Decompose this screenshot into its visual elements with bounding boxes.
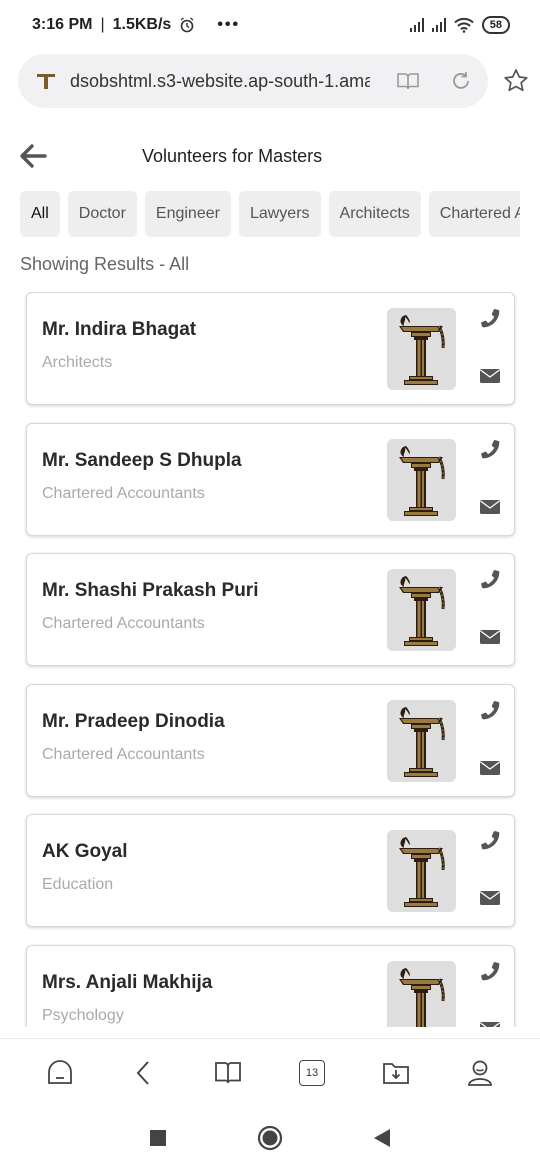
profile-icon (468, 1060, 492, 1086)
url-text[interactable]: dsobshtml.s3-website.ap-south-1.amazonaw… (70, 71, 370, 92)
filter-chip-engineer[interactable]: Engineer (144, 191, 231, 237)
volunteer-list: Mr. Indira Bhagat Architects Mr. Sandeep… (0, 292, 540, 1027)
book-icon (215, 1061, 241, 1083)
bookmarks-button[interactable] (213, 1058, 243, 1088)
back-arrow-icon[interactable] (18, 142, 48, 170)
lamp-logo (387, 700, 456, 782)
system-nav (0, 1106, 540, 1170)
volunteer-category: Education (42, 876, 114, 893)
volunteer-category: Chartered Accountants (42, 485, 205, 502)
volunteer-card-4[interactable]: Mr. Pradeep Dinodia Chartered Accountant… (26, 684, 515, 797)
back-button[interactable] (129, 1058, 159, 1088)
filter-chip-lawyers[interactable]: Lawyers (238, 191, 321, 237)
lamp-logo (387, 439, 456, 521)
more-notifications-icon: ••• (217, 16, 241, 33)
volunteer-card-6[interactable]: Mrs. Anjali Makhija Psychology (26, 945, 515, 1027)
filter-chips: All Doctor Engineer Lawyers Architects Charte… (20, 191, 520, 239)
volunteer-name: Mr. Indira Bhagat (42, 319, 197, 340)
download-folder-icon (383, 1062, 409, 1084)
downloads-button[interactable] (381, 1058, 411, 1088)
volunteer-category: Chartered Accountants (42, 615, 205, 632)
status-time: 3:16 PM (32, 16, 93, 33)
tab-count: 13 (299, 1059, 325, 1086)
mail-icon[interactable] (479, 759, 501, 777)
volunteer-category: Psychology (42, 1007, 124, 1024)
signal-icon-2 (431, 18, 446, 32)
mail-icon[interactable] (479, 498, 501, 516)
mail-icon[interactable] (479, 1020, 501, 1027)
filter-chip-doctor[interactable]: Doctor (67, 191, 137, 237)
page-header: Volunteers for Masters (0, 130, 540, 182)
chevron-left-icon (136, 1060, 149, 1085)
phone-icon[interactable] (479, 568, 501, 590)
reader-mode-icon[interactable] (396, 71, 420, 91)
volunteer-category: Architects (42, 354, 113, 371)
bookmark-star-icon[interactable] (503, 68, 529, 94)
site-favicon-icon (37, 74, 55, 89)
filter-chip-chartered-accountants[interactable]: Chartered Accountants (428, 191, 520, 237)
battery-icon: 58 (481, 16, 510, 34)
home-icon (48, 1059, 72, 1084)
status-bar: 3:16 PM | 1.5KB/s ••• 58 (0, 0, 540, 50)
address-bar[interactable]: dsobshtml.s3-website.ap-south-1.amazonaw… (18, 54, 488, 108)
phone-icon[interactable] (479, 960, 501, 982)
volunteer-name: Mr. Shashi Prakash Puri (42, 580, 259, 601)
home-button[interactable] (45, 1058, 75, 1088)
lamp-logo (387, 830, 456, 912)
tabs-button[interactable]: 13 (297, 1058, 327, 1088)
profile-button[interactable] (465, 1058, 495, 1088)
reload-icon[interactable] (450, 70, 472, 92)
status-divider: | (100, 16, 105, 33)
back-triangle-icon[interactable] (373, 1128, 391, 1148)
results-label: Showing Results - All (20, 254, 190, 274)
volunteer-name: AK Goyal (42, 841, 128, 862)
lamp-logo (387, 308, 456, 390)
lamp-logo (387, 569, 456, 651)
volunteer-card-5[interactable]: AK Goyal Education (26, 814, 515, 927)
alarm-icon (180, 17, 194, 33)
mail-icon[interactable] (479, 367, 501, 385)
volunteer-name: Mr. Sandeep S Dhupla (42, 450, 242, 471)
phone-icon[interactable] (479, 829, 501, 851)
volunteer-category: Chartered Accountants (42, 746, 205, 763)
page-title: Volunteers for Masters (142, 146, 323, 166)
status-speed: 1.5KB/s (112, 16, 172, 33)
recent-apps-icon[interactable] (149, 1129, 167, 1147)
mail-icon[interactable] (479, 889, 501, 907)
mail-icon[interactable] (479, 628, 501, 646)
volunteer-card-3[interactable]: Mr. Shashi Prakash Puri Chartered Accoun… (26, 553, 515, 666)
home-circle-icon[interactable] (257, 1125, 283, 1151)
signal-icon (409, 18, 424, 32)
phone-icon[interactable] (479, 699, 501, 721)
volunteer-name: Mr. Pradeep Dinodia (42, 711, 225, 732)
filter-chip-all[interactable]: All (20, 191, 60, 237)
phone-icon[interactable] (479, 438, 501, 460)
volunteer-name: Mrs. Anjali Makhija (42, 972, 213, 993)
filter-chip-architects[interactable]: Architects (328, 191, 421, 237)
phone-icon[interactable] (479, 307, 501, 329)
lamp-logo (387, 961, 456, 1027)
volunteer-card-1[interactable]: Mr. Indira Bhagat Architects (26, 292, 515, 405)
wifi-icon (454, 17, 474, 33)
browser-bottom-nav: 13 (0, 1038, 540, 1106)
volunteer-card-2[interactable]: Mr. Sandeep S Dhupla Chartered Accountan… (26, 423, 515, 536)
